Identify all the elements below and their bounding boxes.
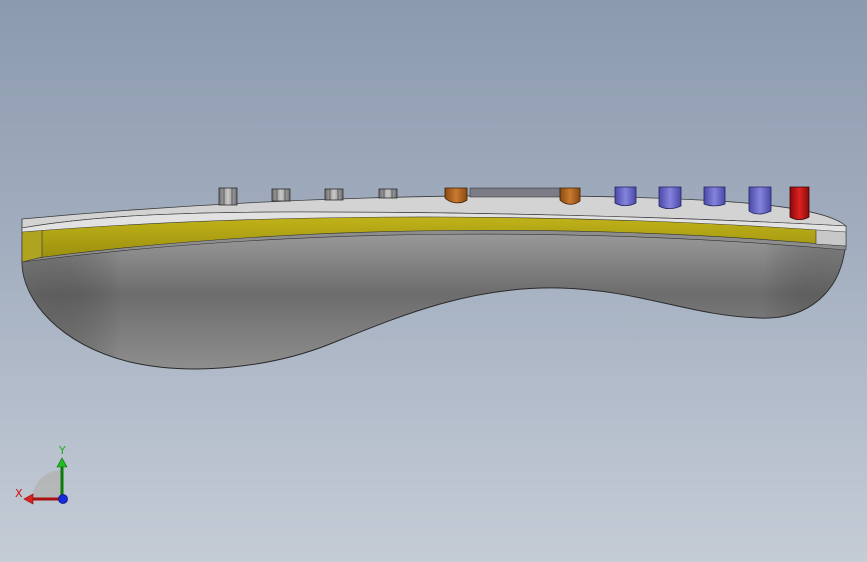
- model-lower-body-shade: [22, 232, 845, 369]
- red-pin: [789, 186, 810, 221]
- orange-pin: [444, 187, 468, 204]
- coordinate-triad[interactable]: Y X: [12, 440, 76, 510]
- y-axis-arrow: [56, 457, 68, 468]
- orange-pin: [559, 187, 581, 205]
- y-axis-label: Y: [58, 444, 66, 457]
- x-axis-label: X: [15, 487, 23, 500]
- x-axis-arrow: [23, 493, 34, 505]
- blue-pin: [658, 186, 682, 210]
- z-axis-dot: [58, 494, 68, 504]
- model-slot: [469, 187, 561, 198]
- triad-plane-indicator: [32, 470, 62, 500]
- gray-pin: [271, 188, 291, 202]
- blue-pin: [614, 186, 637, 207]
- blue-pin: [748, 186, 772, 215]
- gray-pin: [378, 188, 398, 199]
- gray-pin: [218, 187, 238, 206]
- gray-pin: [324, 188, 344, 201]
- graphics-viewport[interactable]: Y X: [0, 0, 867, 562]
- blue-pin: [703, 186, 726, 207]
- 3d-model-view[interactable]: [0, 0, 867, 562]
